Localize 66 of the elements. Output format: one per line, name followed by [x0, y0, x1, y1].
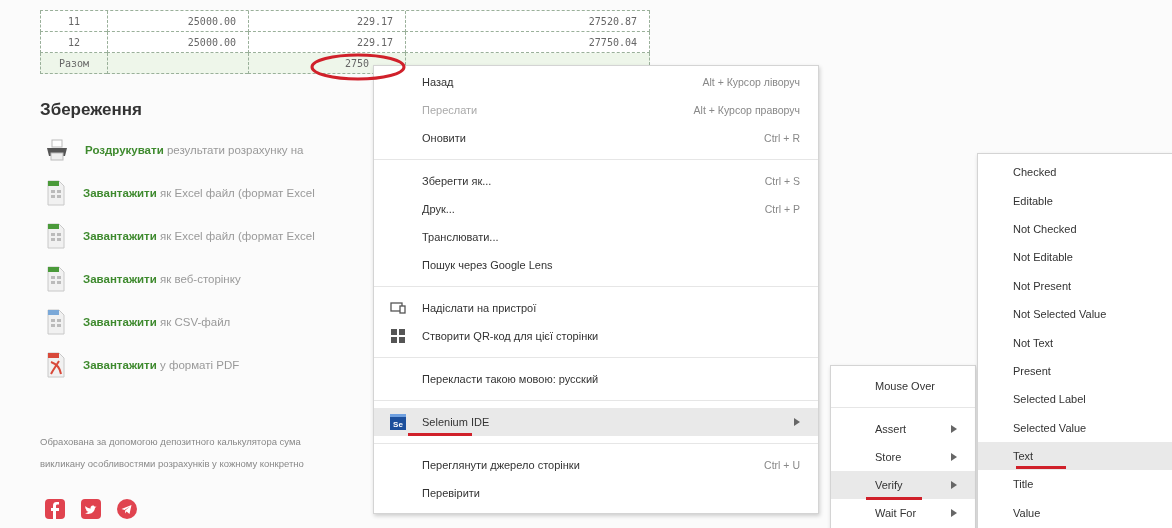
qr-code-icon: [390, 328, 406, 344]
disclaimer-text: Обрахована за допомогою депозитного калькулятора сума викликану особливостями розрахунків у кожному конкретно: [40, 435, 304, 471]
menu-item[interactable]: Editable: [978, 186, 1172, 215]
table-cell: 27750.04: [405, 32, 650, 53]
menu-item[interactable]: Se Selenium IDE: [374, 408, 818, 436]
menu-item[interactable]: Title: [978, 470, 1172, 499]
section-heading: Збереження: [40, 100, 142, 121]
twitter-icon[interactable]: [81, 499, 101, 519]
menu-item[interactable]: Перевірити: [374, 479, 818, 507]
download-link[interactable]: Роздрукувати результати розрахунку на: [85, 144, 304, 156]
menu-item[interactable]: Selected Value: [978, 413, 1172, 442]
table-cell: 25000.00: [107, 11, 248, 32]
table-cell: 27520.87: [405, 11, 650, 32]
download-link[interactable]: Завантажити як Excel файл (формат Excel: [83, 187, 315, 199]
table-cell: 229.17: [248, 32, 405, 53]
menu-item[interactable]: Оновити Ctrl + R: [374, 124, 818, 152]
menu-item[interactable]: Selected Label: [978, 385, 1172, 414]
annotation-underline: [866, 497, 922, 500]
web-file-icon: [45, 266, 67, 292]
menu-item[interactable]: Text: [978, 441, 1172, 471]
submenu-arrow-icon: [951, 453, 957, 461]
submenu-arrow-icon: [951, 509, 957, 517]
menu-item[interactable]: Not Checked: [978, 214, 1172, 244]
menu-item[interactable]: Value: [978, 498, 1172, 528]
devices-icon: [390, 300, 406, 316]
menu-item[interactable]: Транслювати...: [374, 223, 818, 251]
menu-item[interactable]: Store: [831, 443, 975, 471]
menu-item[interactable]: Wait For: [831, 499, 975, 527]
menu-item[interactable]: Mouse Over: [831, 372, 975, 400]
menu-item[interactable]: Assert: [831, 415, 975, 443]
download-link[interactable]: Завантажити як веб-сторінку: [83, 273, 241, 285]
menu-item[interactable]: Друк... Ctrl + P: [374, 195, 818, 223]
pdf-file-icon: [45, 352, 67, 378]
menu-item[interactable]: Зберегти як... Ctrl + S: [374, 167, 818, 195]
telegram-icon[interactable]: [117, 499, 137, 519]
table-cell: 12: [40, 32, 107, 53]
menu-item[interactable]: Not Selected Value: [978, 299, 1172, 329]
menu-item[interactable]: Present: [978, 356, 1172, 386]
menu-item[interactable]: Verify: [831, 471, 975, 499]
selenium-logo-icon: Se: [390, 414, 406, 430]
download-link[interactable]: Завантажити у форматі PDF: [83, 359, 240, 371]
menu-item[interactable]: Переглянути джерело сторінки Ctrl + U: [374, 451, 818, 479]
spreadsheet-file-icon: [45, 180, 67, 206]
submenu-arrow-icon: [951, 425, 957, 433]
table-cell: 229.17: [248, 11, 405, 32]
table-cell: 25000.00: [107, 32, 248, 53]
table-cell: 11: [40, 11, 107, 32]
total-label: Разом: [40, 53, 107, 74]
printer-icon: [45, 139, 69, 161]
menu-item[interactable]: Checked: [978, 158, 1172, 187]
spreadsheet-file-icon: [45, 223, 67, 249]
submenu-arrow-icon: [794, 418, 800, 426]
submenu-arrow-icon: [951, 481, 957, 489]
menu-item[interactable]: Пошук через Google Lens: [374, 251, 818, 279]
annotation-underline: [1016, 466, 1066, 469]
menu-item[interactable]: Not Editable: [978, 243, 1172, 272]
menu-item[interactable]: Перекласти такою мовою: русский: [374, 365, 818, 393]
annotation-underline: [408, 433, 472, 436]
menu-item[interactable]: Not Text: [978, 328, 1172, 357]
menu-item[interactable]: Надіслати на пристрої: [374, 294, 818, 322]
menu-item[interactable]: Створити QR-код для цієї сторінки: [374, 322, 818, 350]
facebook-icon[interactable]: [45, 499, 65, 519]
menu-item[interactable]: Not Present: [978, 271, 1172, 300]
download-link[interactable]: Завантажити як Excel файл (формат Excel: [83, 230, 315, 242]
download-link[interactable]: Завантажити як CSV-файл: [83, 316, 231, 328]
csv-file-icon: [45, 309, 67, 335]
